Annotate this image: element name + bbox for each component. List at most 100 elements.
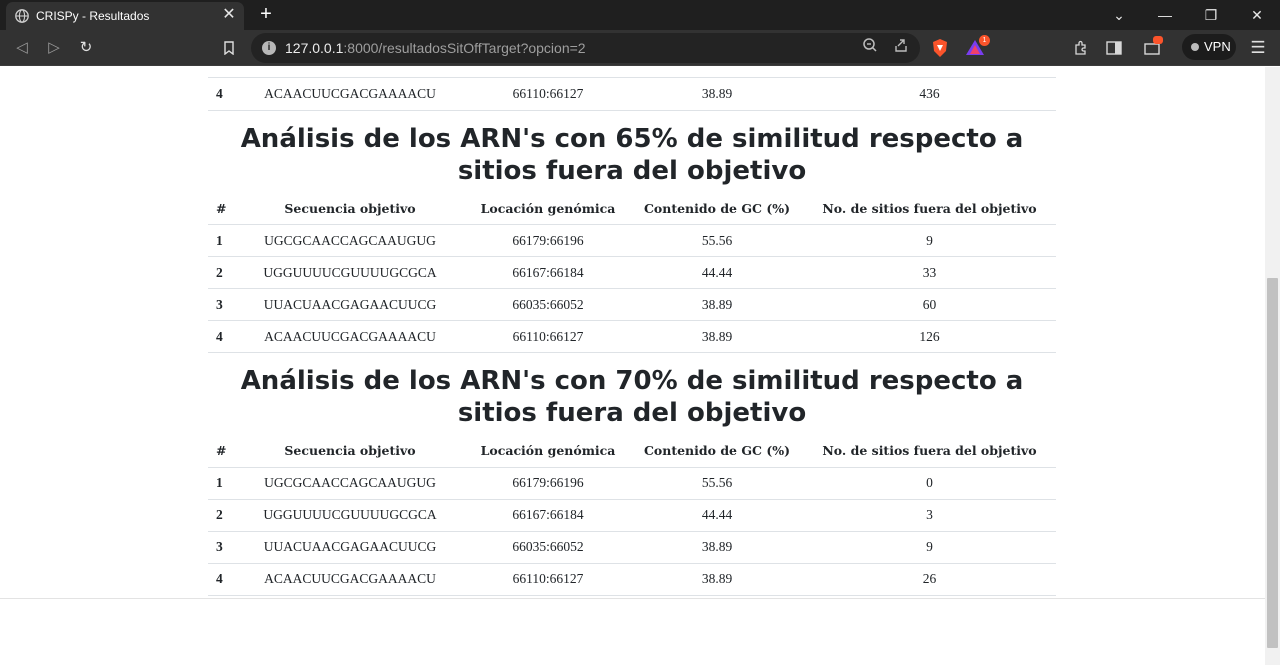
bookmark-icon[interactable] [218, 37, 240, 59]
section-title-70: Análisis de los ARN's con 70% de similit… [240, 366, 1024, 428]
row-number: 4 [208, 320, 235, 353]
gc-content: 38.89 [631, 531, 803, 564]
page-viewport: 4 ACAACUUCGACGAAAACU 66110:66127 38.89 4… [0, 67, 1265, 665]
offtarget-sites: 9 [803, 531, 1056, 564]
table-row: 2 UGGUUUUCGUUUUGCGCA 66167:66184 44.44 3… [208, 256, 1056, 289]
tab-crispy-resultados[interactable]: CRISPy - Resultados ✕ [6, 2, 244, 30]
forward-arrow-icon[interactable]: ▷ [43, 37, 65, 59]
table-row: 3 UUACUAACGAGAACUUCG 66035:66052 38.89 9 [208, 531, 1056, 564]
target-sequence: UGGUUUUCGUUUUGCGCA [235, 256, 465, 289]
offtarget-sites: 3 [803, 499, 1056, 532]
row-number: 3 [208, 288, 235, 321]
footer-divider [0, 598, 1265, 599]
target-sequence: ACAACUUCGACGAAAACU [235, 78, 465, 111]
vpn-button[interactable]: VPN [1182, 34, 1236, 60]
row-number: 4 [208, 563, 235, 596]
genomic-location: 66167:66184 [465, 256, 631, 289]
col-header-offtarget: No. de sitios fuera del objetivo [803, 192, 1056, 225]
tab-strip: CRISPy - Resultados ✕ + ⌄ — ❐ ✕ [0, 0, 1280, 30]
col-header-offtarget: No. de sitios fuera del objetivo [803, 435, 1056, 468]
menu-hamburger-icon[interactable]: ☰ [1247, 37, 1269, 59]
gc-content: 44.44 [631, 499, 803, 532]
rewards-badge: 1 [979, 35, 990, 46]
table-row: 4 ACAACUUCGACGAAAACU 66110:66127 38.89 1… [208, 320, 1056, 353]
target-sequence: UGCGCAACCAGCAAUGUG [235, 224, 465, 257]
col-header-number: # [208, 192, 235, 225]
table-row: 2 UGGUUUUCGUUUUGCGCA 66167:66184 44.44 3 [208, 499, 1056, 532]
wallet-icon[interactable] [1141, 36, 1163, 59]
scrollbar-thumb[interactable] [1267, 278, 1278, 648]
row-number: 2 [208, 256, 235, 289]
page-scrollbar[interactable] [1265, 67, 1280, 665]
results-content: 4 ACAACUUCGACGAAAACU 66110:66127 38.89 4… [208, 67, 1056, 596]
minimize-button[interactable]: — [1142, 0, 1188, 30]
new-tab-button[interactable]: + [255, 4, 277, 26]
table-row: 4 ACAACUUCGACGAAAACU 66110:66127 38.89 4… [208, 78, 1056, 111]
close-tab-icon[interactable]: ✕ [220, 5, 238, 25]
results-table-65: # Secuencia objetivo Locación genómica C… [208, 192, 1056, 353]
offtarget-sites: 436 [803, 78, 1056, 111]
target-sequence: UGCGCAACCAGCAAUGUG [235, 467, 465, 500]
genomic-location: 66110:66127 [465, 320, 631, 353]
genomic-location: 66179:66196 [465, 224, 631, 257]
table-row: 4 ACAACUUCGACGAAAACU 66110:66127 38.89 2… [208, 563, 1056, 596]
genomic-location: 66179:66196 [465, 467, 631, 500]
offtarget-sites: 126 [803, 320, 1056, 353]
genomic-location: 66035:66052 [465, 531, 631, 564]
wallet-notification-badge [1153, 36, 1163, 44]
row-number: 1 [208, 224, 235, 257]
target-sequence: UUACUAACGAGAACUUCG [235, 288, 465, 321]
brave-rewards-icon[interactable]: 1 [964, 35, 990, 59]
genomic-location: 66110:66127 [465, 563, 631, 596]
gc-content: 38.89 [631, 563, 803, 596]
table-header-row: # Secuencia objetivo Locación genómica C… [208, 192, 1056, 225]
extensions-puzzle-icon[interactable] [1070, 37, 1092, 59]
vpn-status-dot [1191, 43, 1199, 51]
share-icon[interactable] [890, 37, 912, 59]
genomic-location: 66167:66184 [465, 499, 631, 532]
tab-search-chevron-icon[interactable]: ⌄ [1096, 0, 1142, 30]
target-sequence: ACAACUUCGACGAAAACU [235, 563, 465, 596]
offtarget-sites: 9 [803, 224, 1056, 257]
sidebar-toggle-icon[interactable] [1103, 37, 1125, 59]
row-number: 1 [208, 467, 235, 500]
site-info-icon[interactable]: i [262, 41, 276, 55]
url-text[interactable]: 127.0.0.1:8000/resultadosSitOffTarget?op… [285, 40, 586, 56]
row-number: 3 [208, 531, 235, 564]
table-row: 1 UGCGCAACCAGCAAUGUG 66179:66196 55.56 0 [208, 467, 1056, 500]
tab-title: CRISPy - Resultados [36, 9, 150, 23]
zoom-icon[interactable] [859, 37, 881, 59]
col-header-location: Locación genómica [465, 435, 631, 468]
col-header-location: Locación genómica [465, 192, 631, 225]
previous-table-partial: 4 ACAACUUCGACGAAAACU 66110:66127 38.89 4… [208, 78, 1056, 111]
col-header-sequence: Secuencia objetivo [235, 192, 465, 225]
table-row: 1 UGCGCAACCAGCAAUGUG 66179:66196 55.56 9 [208, 224, 1056, 257]
section-title-65: Análisis de los ARN's con 65% de similit… [240, 123, 1024, 186]
col-header-gc: Contenido de GC (%) [631, 435, 803, 468]
col-header-number: # [208, 435, 235, 468]
gc-content: 38.89 [631, 288, 803, 321]
reload-icon[interactable]: ↻ [75, 37, 97, 59]
table-header-row: # Secuencia objetivo Locación genómica C… [208, 435, 1056, 468]
row-number: 2 [208, 499, 235, 532]
previous-table-edge [208, 67, 1056, 78]
gc-content: 55.56 [631, 467, 803, 500]
target-sequence: UGGUUUUCGUUUUGCGCA [235, 499, 465, 532]
genomic-location: 66110:66127 [465, 78, 631, 111]
address-bar[interactable]: i 127.0.0.1:8000/resultadosSitOffTarget?… [251, 33, 920, 63]
gc-content: 44.44 [631, 256, 803, 289]
brave-shields-icon[interactable] [929, 37, 951, 59]
target-sequence: UUACUAACGAGAACUUCG [235, 531, 465, 564]
target-sequence: ACAACUUCGACGAAAACU [235, 320, 465, 353]
table-row: 3 UUACUAACGAGAACUUCG 66035:66052 38.89 6… [208, 288, 1056, 321]
gc-content: 55.56 [631, 224, 803, 257]
restore-button[interactable]: ❐ [1188, 0, 1234, 30]
offtarget-sites: 60 [803, 288, 1056, 321]
globe-icon [15, 9, 29, 23]
gc-content: 38.89 [631, 78, 803, 111]
back-arrow-icon[interactable]: ◁ [11, 37, 33, 59]
row-number: 4 [208, 78, 235, 111]
close-window-button[interactable]: ✕ [1234, 0, 1280, 30]
gc-content: 38.89 [631, 320, 803, 353]
browser-toolbar: ◁ ▷ ↻ i 127.0.0.1:8000/resultadosSitOffT… [0, 30, 1280, 66]
